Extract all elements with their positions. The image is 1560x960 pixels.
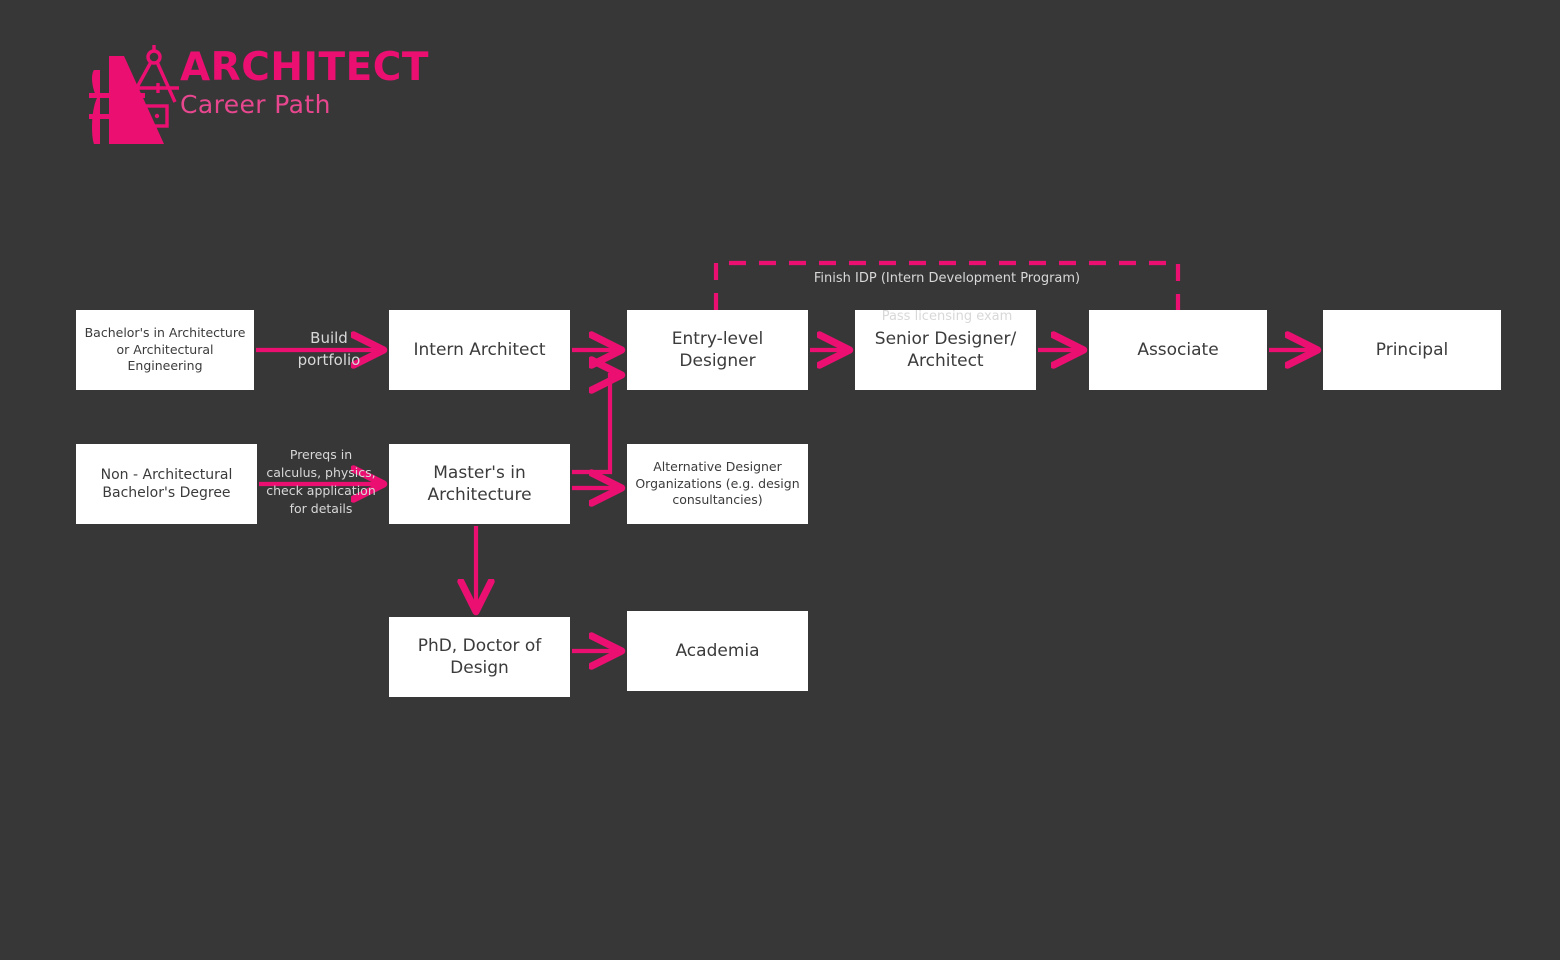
node-non-architectural-bachelors[interactable]: Non - Architectural Bachelor's Degree [76,444,257,524]
node-label: Intern Architect [413,339,546,360]
node-label: PhD, Doctor of Design [417,635,542,678]
edge-masters-to-entry-elbow [572,375,620,475]
node-label: Associate [1137,339,1219,360]
edge-licensing-dashed-bracket [713,260,1181,310]
node-intern-architect[interactable]: Intern Architect [389,310,570,390]
node-label: Senior Designer/ Architect [874,328,1017,371]
node-principal[interactable]: Principal [1323,310,1501,390]
brand-logo: ARCHITECT Career Path [80,38,480,148]
node-label: Entry-level Designer [671,328,764,371]
node-senior-designer-architect[interactable]: Senior Designer/ Architect [855,310,1036,390]
node-masters-architecture[interactable]: Master's in Architecture [389,444,570,524]
architect-compass-logo-mark [89,45,179,144]
brand-title: ARCHITECT [180,45,429,90]
node-label: Bachelor's in Architecture or Architectu… [84,325,246,374]
node-alternative-designer-organizations[interactable]: Alternative Designer Organizations (e.g.… [627,444,808,524]
node-academia[interactable]: Academia [627,611,808,691]
node-label: Non - Architectural Bachelor's Degree [100,466,233,501]
brand-subtitle: Career Path [180,90,331,119]
node-label: Principal [1375,339,1449,360]
node-associate[interactable]: Associate [1089,310,1267,390]
node-label: Alternative Designer Organizations (e.g.… [635,459,800,508]
node-phd-doctor-of-design[interactable]: PhD, Doctor of Design [389,617,570,697]
node-label: Master's in Architecture [427,462,532,505]
node-bachelors-architecture[interactable]: Bachelor's in Architecture or Architectu… [76,310,254,390]
node-label: Academia [675,640,760,661]
node-entry-level-designer[interactable]: Entry-level Designer [627,310,808,390]
brand-logo-text: ARCHITECT Career Path [180,46,480,120]
